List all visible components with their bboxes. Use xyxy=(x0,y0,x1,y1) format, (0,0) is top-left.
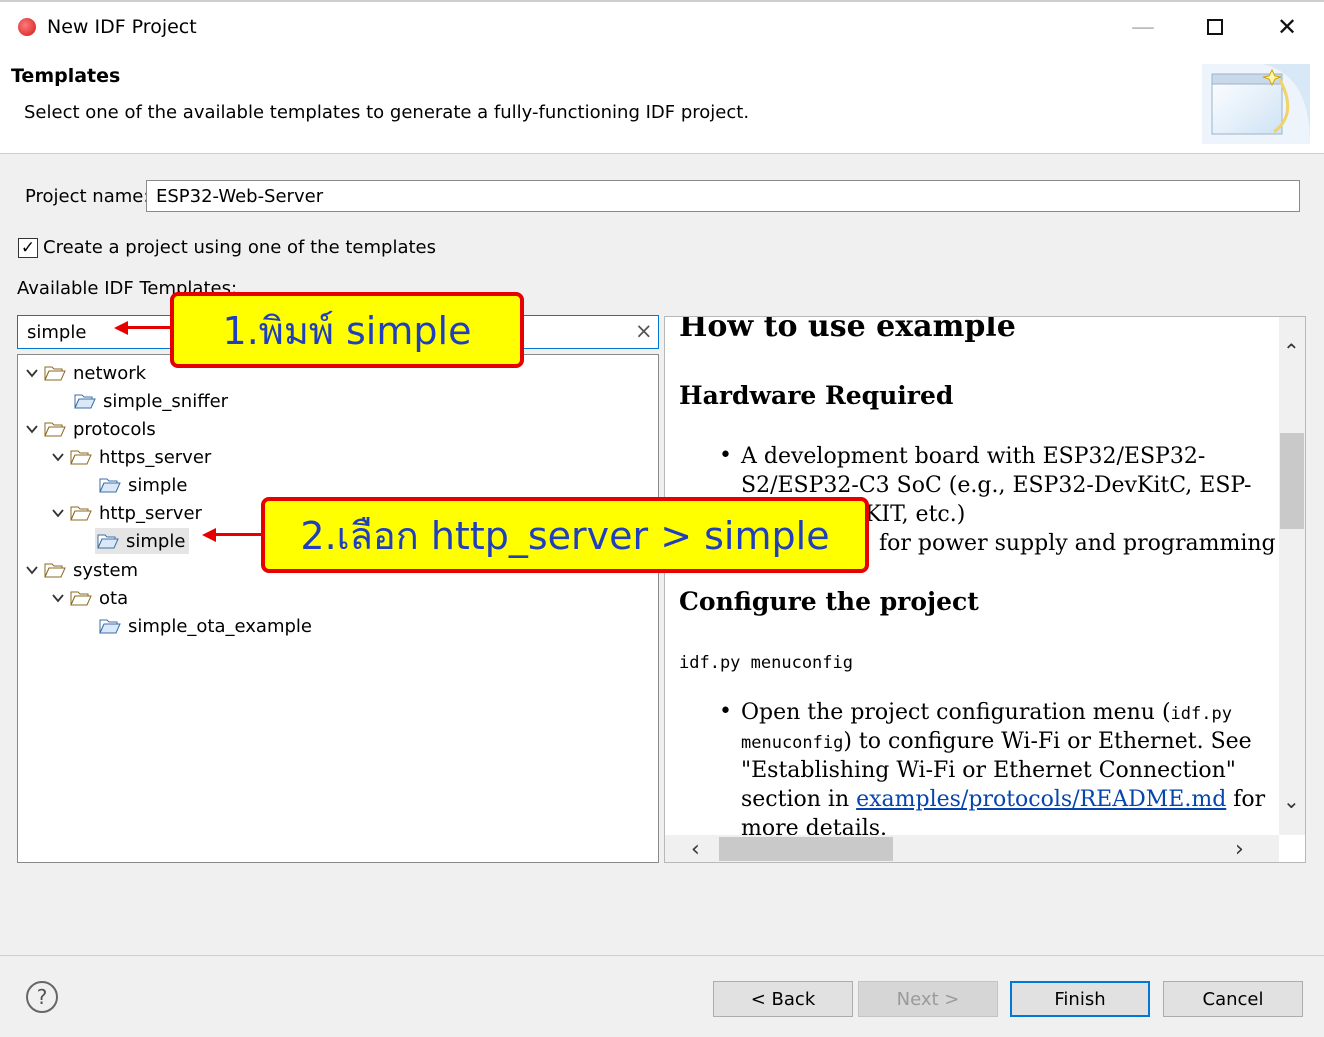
tree-item-label: simple_sniffer xyxy=(103,390,229,412)
bullet-icon: • xyxy=(719,699,732,724)
open-folder-icon xyxy=(70,591,92,606)
scroll-right-icon[interactable]: › xyxy=(1235,837,1244,862)
readme-text: for power supply and programming xyxy=(879,531,1276,556)
checkmark-icon: ✓ xyxy=(20,237,36,258)
tree-item-https-server[interactable]: https_server xyxy=(52,444,211,470)
tree-item-ota[interactable]: ota xyxy=(52,585,128,611)
tree-item-label: ota xyxy=(99,587,129,609)
help-icon: ? xyxy=(36,985,48,1009)
tree-item-label: http_server xyxy=(99,502,202,524)
close-icon: ✕ xyxy=(1276,13,1298,41)
title-bar: New IDF Project — ✕ xyxy=(0,0,1324,52)
tree-item-simple-ota-example[interactable]: simple_ota_example xyxy=(99,613,312,639)
finish-button[interactable]: Finish xyxy=(1010,981,1150,1017)
espressif-app-icon xyxy=(18,18,36,36)
tree-item-label: simple xyxy=(128,474,188,496)
tree-item-simple-sniffer[interactable]: simple_sniffer xyxy=(74,388,228,414)
callout-arrow-head-icon xyxy=(202,528,216,542)
next-button[interactable]: Next > xyxy=(858,981,998,1017)
project-folder-icon xyxy=(97,534,119,549)
chevron-down-icon[interactable] xyxy=(26,367,38,379)
tree-item-label: simple_ota_example xyxy=(128,615,312,637)
new-project-wizard-icon xyxy=(1202,64,1310,144)
minimize-button[interactable]: — xyxy=(1120,10,1166,44)
project-name-field[interactable] xyxy=(146,180,1300,212)
window-title: New IDF Project xyxy=(47,16,197,38)
open-folder-icon xyxy=(44,366,66,381)
footer-divider xyxy=(0,955,1324,956)
readme-text: KIT, etc.) xyxy=(865,502,966,527)
vertical-scroll-thumb[interactable] xyxy=(1280,433,1304,529)
readme-text: "Establishing Wi-Fi or Ethernet Connecti… xyxy=(741,758,1236,783)
tree-item-http-simple-selected[interactable]: simple xyxy=(95,528,190,554)
readme-text: A development board with ESP32/ESP32- xyxy=(741,444,1206,469)
readme-link[interactable]: examples/protocols/README.md xyxy=(856,787,1226,812)
tree-item-https-simple[interactable]: simple xyxy=(99,472,187,498)
maximize-icon xyxy=(1207,19,1223,35)
readme-text: Open the project configuration menu (idf… xyxy=(741,700,1232,725)
callout-arrow-line xyxy=(216,533,261,536)
page-title: Templates xyxy=(11,65,121,87)
tree-item-protocols[interactable]: protocols xyxy=(26,416,156,442)
bullet-icon: • xyxy=(719,443,732,468)
template-readme-preview[interactable]: How to use example Hardware Required • A… xyxy=(664,316,1306,863)
tree-item-network[interactable]: network xyxy=(26,360,146,386)
project-folder-icon xyxy=(99,478,121,493)
tree-item-http-server[interactable]: http_server xyxy=(52,500,202,526)
tree-item-label: protocols xyxy=(73,418,156,440)
back-button[interactable]: < Back xyxy=(713,981,853,1017)
tree-item-label: system xyxy=(73,559,139,581)
project-folder-icon xyxy=(99,619,121,634)
maximize-button[interactable] xyxy=(1192,10,1238,44)
horizontal-scroll-thumb[interactable] xyxy=(719,837,893,861)
filter-text: simple xyxy=(27,322,87,343)
help-button[interactable]: ? xyxy=(26,981,58,1013)
wizard-header: Templates Select one of the available te… xyxy=(0,52,1324,154)
open-folder-icon xyxy=(44,563,66,578)
callout-step-2: 2.เลือก http_server > simple xyxy=(261,497,869,573)
readme-heading-main: How to use example xyxy=(679,316,1016,344)
cancel-button[interactable]: Cancel xyxy=(1163,981,1303,1017)
readme-heading-hardware: Hardware Required xyxy=(679,381,954,410)
minimize-icon: — xyxy=(1131,13,1155,41)
readme-text: menuconfig) to configure Wi-Fi or Ethern… xyxy=(741,729,1252,754)
page-description: Select one of the available templates to… xyxy=(24,102,750,123)
vertical-scrollbar[interactable]: ⌃ ⌄ xyxy=(1279,317,1305,835)
chevron-down-icon[interactable] xyxy=(52,451,64,463)
scroll-down-icon[interactable]: ⌄ xyxy=(1283,789,1300,813)
callout-arrow-line xyxy=(128,326,170,329)
close-button[interactable]: ✕ xyxy=(1264,10,1310,44)
use-template-label[interactable]: Create a project using one of the templa… xyxy=(43,237,436,258)
clear-filter-icon[interactable]: × xyxy=(635,319,653,343)
readme-heading-configure: Configure the project xyxy=(679,587,979,616)
use-template-checkbox[interactable]: ✓ xyxy=(18,238,38,258)
readme-text: S2/ESP32-C3 SoC (e.g., ESP32-DevKitC, ES… xyxy=(741,473,1252,498)
template-tree[interactable]: network simple_sniffer protocols https_s… xyxy=(17,354,659,863)
scroll-left-icon[interactable]: ‹ xyxy=(691,837,700,862)
chevron-down-icon[interactable] xyxy=(26,423,38,435)
project-name-label: Project name: xyxy=(25,186,150,207)
chevron-down-icon[interactable] xyxy=(26,564,38,576)
readme-text: section in examples/protocols/README.md … xyxy=(741,787,1266,812)
tree-item-system[interactable]: system xyxy=(26,557,138,583)
open-folder-icon xyxy=(70,450,92,465)
callout-step-1: 1.พิมพ์ simple xyxy=(170,292,524,368)
open-folder-icon xyxy=(44,422,66,437)
callout-arrow-head-icon xyxy=(114,321,128,335)
horizontal-scrollbar[interactable]: ‹ › xyxy=(665,835,1279,862)
tree-item-label: network xyxy=(73,362,147,384)
chevron-down-icon[interactable] xyxy=(52,592,64,604)
chevron-down-icon[interactable] xyxy=(52,507,64,519)
tree-item-label: simple xyxy=(126,530,186,552)
readme-code-block: idf.py menuconfig xyxy=(679,653,853,673)
open-folder-icon xyxy=(70,506,92,521)
scroll-up-icon[interactable]: ⌃ xyxy=(1283,339,1300,363)
project-folder-icon xyxy=(74,394,96,409)
tree-item-label: https_server xyxy=(99,446,212,468)
